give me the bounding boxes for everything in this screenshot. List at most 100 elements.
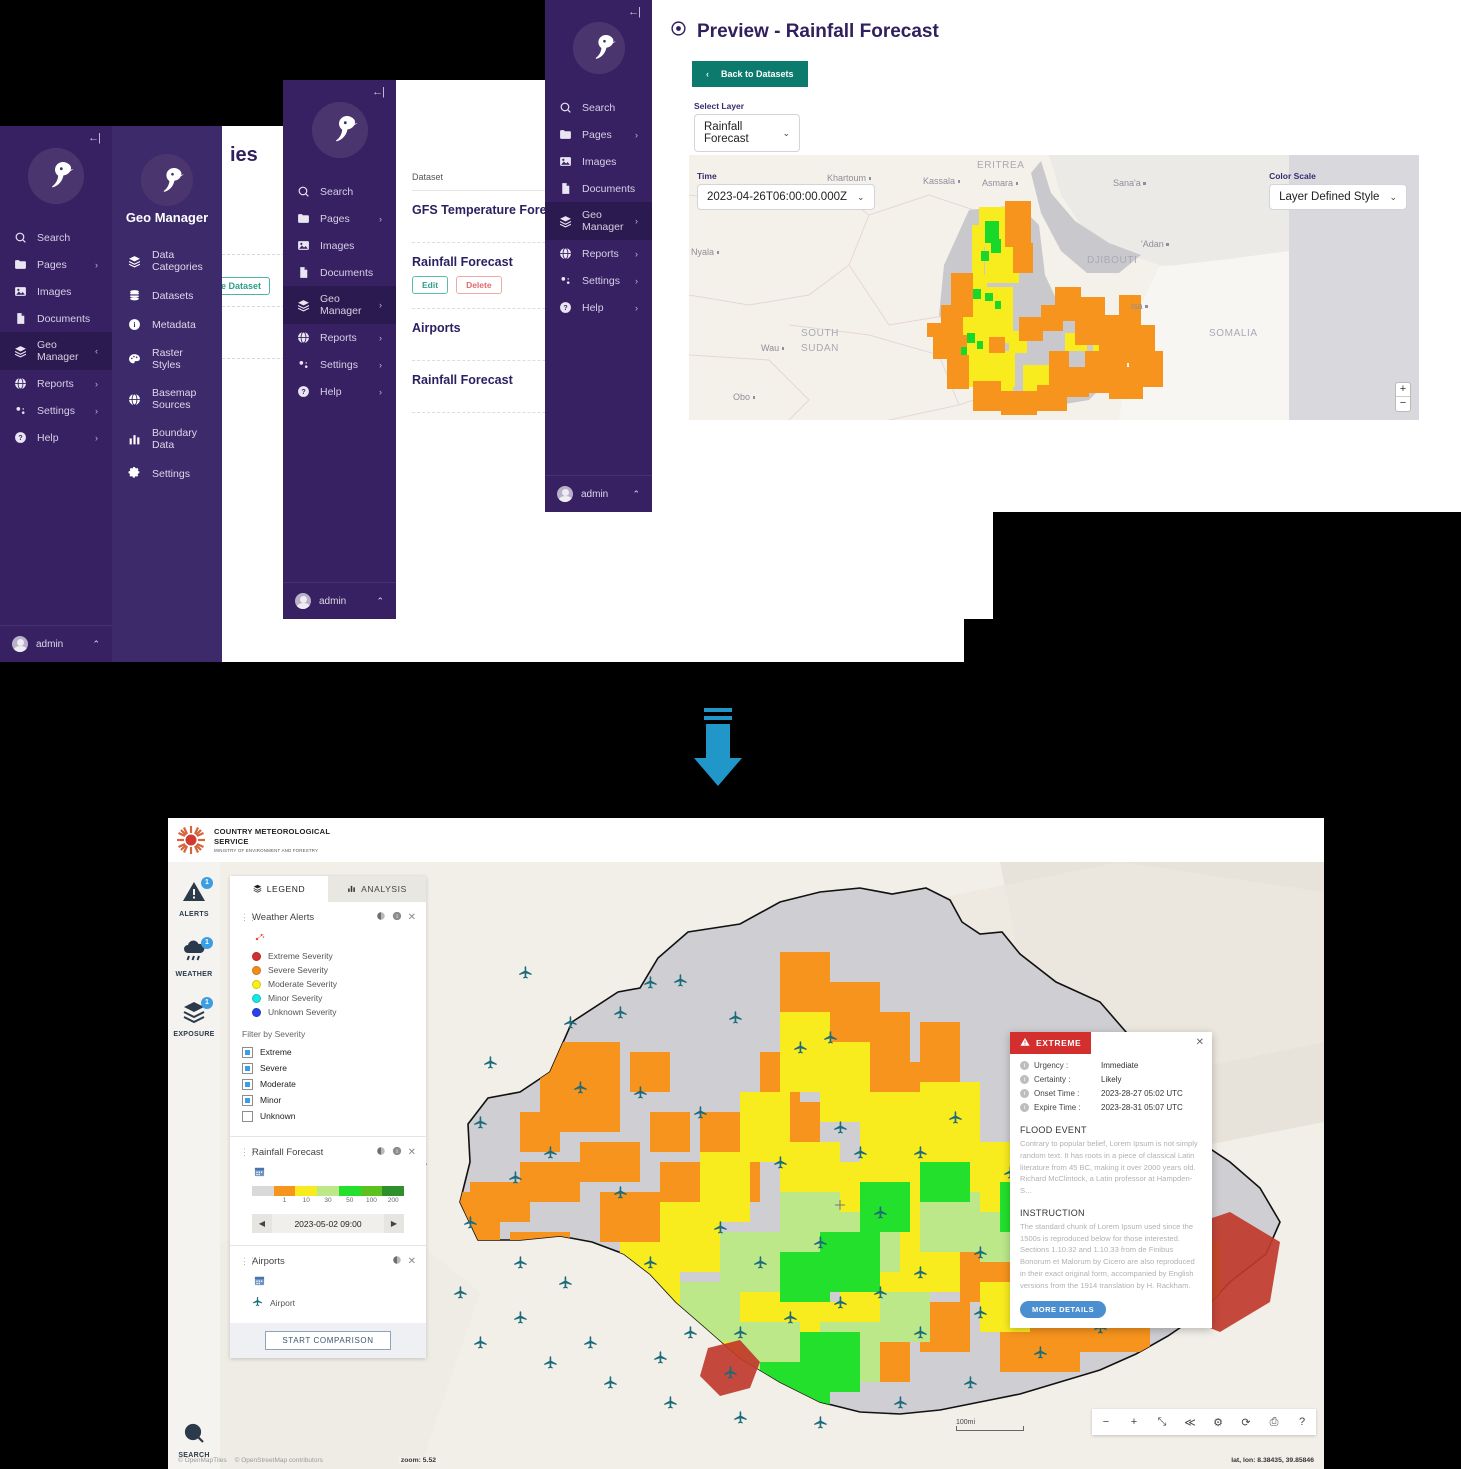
edit-button[interactable]: Edit bbox=[412, 276, 449, 294]
checkbox[interactable] bbox=[242, 1078, 253, 1090]
sidebar-item-documents[interactable]: Documents bbox=[545, 175, 652, 202]
sidebar-item-images[interactable]: Images bbox=[283, 232, 396, 259]
gear-icon[interactable]: ⚙ bbox=[1204, 1416, 1232, 1429]
colorbar-segment bbox=[295, 1186, 318, 1196]
app-logo bbox=[112, 126, 222, 206]
info-icon[interactable]: i bbox=[392, 1146, 402, 1159]
submenu-item-metadata[interactable]: i Metadata bbox=[112, 310, 222, 339]
delete-button[interactable]: Delete bbox=[456, 276, 502, 294]
print-icon[interactable]: ⎙ bbox=[1260, 1416, 1288, 1429]
zoom-in-button[interactable]: + bbox=[1396, 383, 1410, 397]
calendar-icon[interactable] bbox=[240, 1164, 416, 1182]
share-icon[interactable]: ≪ bbox=[1176, 1416, 1204, 1429]
preview-map[interactable]: Time 2023-04-26T06:00:00.000Z ⌄ Color Sc… bbox=[689, 155, 1419, 420]
sidebar-item-pages[interactable]: Pages › bbox=[283, 205, 396, 232]
chevron-up-icon[interactable]: ⌃ bbox=[92, 639, 100, 650]
submenu-item-basemap-sources[interactable]: Basemap Sources bbox=[112, 379, 222, 419]
checkbox[interactable] bbox=[242, 1110, 253, 1122]
prev-time-button[interactable]: ◀ bbox=[252, 1214, 272, 1233]
rail-item-weather[interactable]: 1 WEATHER bbox=[168, 937, 220, 978]
drag-handle-icon[interactable]: ⋮⋮ bbox=[240, 1148, 257, 1157]
select-layer-dropdown[interactable]: Rainfall Forecast ⌄ bbox=[694, 114, 800, 152]
sidebar-item-pages[interactable]: Pages › bbox=[0, 251, 112, 278]
globe-icon bbox=[14, 377, 27, 390]
fullscreen-icon[interactable]: ⤡ bbox=[1148, 1416, 1176, 1429]
user-footer[interactable]: admin ⌃ bbox=[0, 625, 112, 662]
drag-handle-icon[interactable]: ⋮⋮ bbox=[240, 913, 257, 922]
sidebar-item-settings[interactable]: Settings › bbox=[545, 267, 652, 294]
tab-analysis[interactable]: ANALYSIS bbox=[328, 876, 426, 902]
sidebar-item-geo-manager[interactable]: Geo Manager ‹ bbox=[0, 332, 112, 370]
color-scale-dropdown[interactable]: Layer Defined Style ⌄ bbox=[1269, 184, 1407, 210]
calendar-icon[interactable] bbox=[240, 1273, 416, 1291]
submenu-item-boundary-data[interactable]: Boundary Data bbox=[112, 419, 222, 459]
info-icon[interactable]: i bbox=[392, 911, 402, 924]
section-title: Airports bbox=[252, 1256, 285, 1267]
back-to-datasets-button[interactable]: ‹ Back to Datasets bbox=[692, 61, 808, 87]
filter-row-severe[interactable]: Severe bbox=[240, 1060, 416, 1076]
sidebar-item-reports[interactable]: Reports › bbox=[0, 370, 112, 397]
filter-row-moderate[interactable]: Moderate bbox=[240, 1076, 416, 1092]
zoom-in-icon[interactable]: + bbox=[1120, 1416, 1148, 1428]
warning-icon bbox=[1020, 1037, 1030, 1049]
sidebar-item-search[interactable]: Search bbox=[283, 178, 396, 205]
sidebar-item-search[interactable]: Search bbox=[545, 94, 652, 121]
filter-row-unknown[interactable]: Unknown bbox=[240, 1108, 416, 1124]
sidebar-item-reports[interactable]: Reports › bbox=[283, 324, 396, 351]
sidebar-item-reports[interactable]: Reports › bbox=[545, 240, 652, 267]
sidebar-item-search[interactable]: Search bbox=[0, 224, 112, 251]
zoom-out-button[interactable]: − bbox=[1396, 397, 1410, 411]
close-icon[interactable]: ✕ bbox=[408, 1256, 416, 1267]
sidebar-item-help[interactable]: ? Help › bbox=[283, 378, 396, 405]
opacity-icon[interactable] bbox=[392, 1255, 402, 1268]
attribution-openmaptiles[interactable]: © OpenMapTiles bbox=[178, 1457, 227, 1464]
more-details-button[interactable]: MORE DETAILS bbox=[1020, 1301, 1107, 1319]
opacity-icon[interactable] bbox=[376, 911, 386, 924]
checkbox[interactable] bbox=[242, 1046, 253, 1058]
time-dropdown[interactable]: 2023-04-26T06:00:00.000Z ⌄ bbox=[697, 184, 875, 210]
submenu-item-raster-styles[interactable]: Raster Styles bbox=[112, 339, 222, 379]
filter-title: Filter by Severity bbox=[242, 1029, 306, 1039]
opacity-icon[interactable] bbox=[376, 1146, 386, 1159]
refresh-icon[interactable]: ⟳ bbox=[1232, 1416, 1260, 1429]
close-icon[interactable]: ✕ bbox=[1196, 1032, 1212, 1048]
submenu-item-data-categories[interactable]: Data Categories bbox=[112, 241, 222, 281]
sidebar-item-images[interactable]: Images bbox=[0, 278, 112, 305]
sidebar-item-images[interactable]: Images bbox=[545, 148, 652, 175]
sidebar-item-documents[interactable]: Documents bbox=[0, 305, 112, 332]
close-icon[interactable]: ✕ bbox=[408, 912, 416, 923]
collapse-left-icon[interactable]: ←| bbox=[283, 80, 396, 98]
sidebar-item-geo-manager[interactable]: Geo Manager › bbox=[545, 202, 652, 240]
user-footer[interactable]: admin ⌃ bbox=[283, 582, 396, 619]
collapse-left-icon[interactable]: ←| bbox=[545, 0, 652, 18]
sidebar-item-settings[interactable]: Settings › bbox=[0, 397, 112, 424]
help-icon[interactable]: ? bbox=[1288, 1416, 1316, 1428]
chevron-up-icon[interactable]: ⌃ bbox=[376, 596, 384, 607]
chevron-up-icon[interactable]: ⌃ bbox=[632, 489, 640, 500]
next-time-button[interactable]: ▶ bbox=[384, 1214, 404, 1233]
submenu-item-settings[interactable]: Settings bbox=[112, 459, 222, 488]
sidebar-item-help[interactable]: ? Help › bbox=[545, 294, 652, 321]
sidebar-item-pages[interactable]: Pages › bbox=[545, 121, 652, 148]
sidebar-item-settings[interactable]: Settings › bbox=[283, 351, 396, 378]
rail-item-exposure[interactable]: 1 EXPOSURE bbox=[168, 997, 220, 1038]
zoom-out-icon[interactable]: − bbox=[1092, 1416, 1120, 1428]
checkbox[interactable] bbox=[242, 1094, 253, 1106]
user-footer[interactable]: admin ⌃ bbox=[545, 475, 652, 512]
filter-row-extreme[interactable]: Extreme bbox=[240, 1044, 416, 1060]
close-icon[interactable]: ✕ bbox=[408, 1147, 416, 1158]
sidebar-item-help[interactable]: ? Help › bbox=[0, 424, 112, 451]
checkbox[interactable] bbox=[242, 1062, 253, 1074]
sidebar-item-geo-manager[interactable]: Geo Manager › bbox=[283, 286, 396, 324]
drag-handle-icon[interactable]: ⋮⋮ bbox=[240, 1257, 257, 1266]
submenu-item-datasets[interactable]: Datasets bbox=[112, 281, 222, 310]
rail-item-alerts[interactable]: 1 ALERTS bbox=[168, 877, 220, 918]
start-comparison-button[interactable]: START COMPARISON bbox=[265, 1331, 391, 1350]
attribution-openstreetmap[interactable]: © OpenStreetMap contributors bbox=[235, 1457, 323, 1464]
filter-row-minor[interactable]: Minor bbox=[240, 1092, 416, 1108]
sidebar-item-documents[interactable]: Documents bbox=[283, 259, 396, 286]
tab-legend[interactable]: LEGEND bbox=[230, 876, 328, 902]
section-tools: ✕ bbox=[392, 1255, 416, 1268]
collapse-left-icon[interactable]: ←| bbox=[0, 126, 112, 144]
chevron-right-icon: › bbox=[635, 129, 638, 140]
